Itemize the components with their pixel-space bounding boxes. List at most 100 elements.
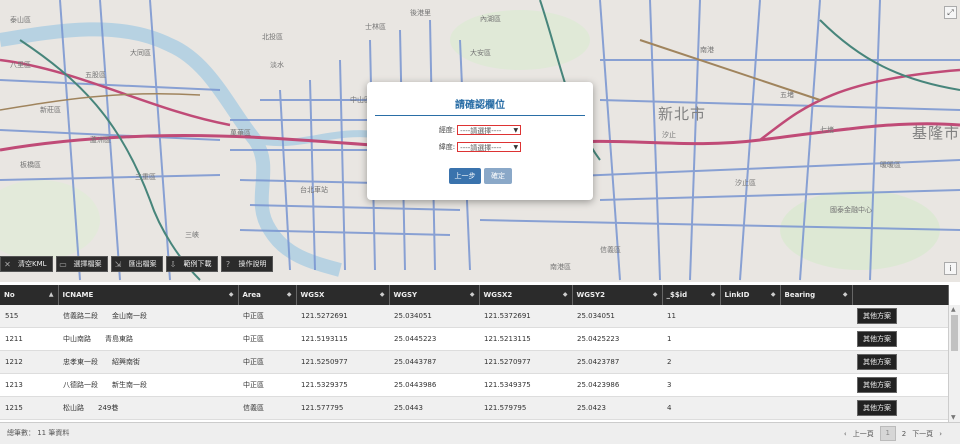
help-icon: ? (225, 259, 231, 269)
longitude-select-value: ----請選擇---- (460, 127, 502, 135)
table-cell: 松山路 249巷 (58, 396, 238, 420)
other-options-button[interactable]: 其他方案 (857, 354, 897, 370)
page-2-button[interactable]: 2 (902, 430, 906, 438)
next-page-link[interactable]: 下一頁 (912, 429, 933, 439)
sample-download-label: 範例下載 (183, 260, 212, 268)
table-cell: 2 (662, 350, 720, 374)
table-row[interactable]: 1215 松山路 249巷 信義區 121.577795 25.0443 121.5797… (0, 396, 948, 420)
chevron-down-icon: ▼ (513, 144, 519, 151)
column-header[interactable]: WGSX2 ◆ (479, 285, 573, 305)
column-header-actions (852, 285, 949, 305)
instructions-label: 操作說明 (238, 260, 267, 268)
chevron-left-icon[interactable]: ‹ (844, 430, 847, 438)
table-cell: 121.579795 (479, 396, 572, 420)
latitude-select-value: ----請選擇---- (460, 144, 502, 152)
column-header[interactable]: Area ◆ (238, 285, 297, 305)
table-cell: 八德路一段 新生南一段 (58, 373, 238, 397)
table-cell (780, 305, 852, 328)
table-cell: 121.5272691 (296, 305, 389, 328)
table-cell: 3 (662, 373, 720, 397)
dialog-divider (375, 115, 585, 116)
table-body: 515 信義路二段 金山南一段 中正區 121.5272691 25.034051 121… (0, 305, 948, 420)
table-cell: 其他方案 (852, 350, 948, 374)
other-options-button[interactable]: 其他方案 (857, 400, 897, 416)
column-header[interactable]: WGSX ◆ (296, 285, 390, 305)
sort-asc-icon: ▲ (48, 291, 54, 298)
table-cell: 25.0443787 (389, 350, 479, 374)
table-cell: 1215 (0, 396, 58, 420)
column-header[interactable]: LinkID ◆ (720, 285, 781, 305)
table-cell: 中正區 (238, 373, 296, 397)
chevron-right-icon[interactable]: › (939, 430, 942, 438)
table-cell: 25.0423 (572, 396, 662, 420)
sort-icon: ◆ (652, 291, 658, 298)
sort-icon: ◆ (842, 291, 848, 298)
table-cell: 121.5329375 (296, 373, 389, 397)
previous-step-button[interactable]: 上一步 (449, 168, 481, 184)
column-header[interactable]: No ▲ (0, 285, 59, 305)
table-row[interactable]: 1212 忠孝東一段 紹興南街 中正區 121.5250977 25.0443787 12… (0, 350, 948, 374)
table-row[interactable]: 1213 八德路一段 新生南一段 中正區 121.5329375 25.0443986 1… (0, 373, 948, 397)
table-cell: 25.034051 (389, 305, 479, 328)
download-icon: ⇩ (169, 259, 177, 269)
table-cell: 忠孝東一段 紹興南街 (58, 350, 238, 374)
table-scrollbar[interactable]: ▲ ▼ (948, 305, 960, 422)
table-cell: 121.5270977 (479, 350, 572, 374)
page-1-button[interactable]: 1 (879, 426, 896, 441)
other-options-button[interactable]: 其他方案 (857, 308, 897, 324)
table-cell: 515 (0, 305, 58, 328)
export-file-button[interactable]: ⇲ 匯出檔案 (110, 256, 163, 272)
data-table: No ▲ ICNAME ◆ Area ◆ WGSX ◆ WGSY ◆ WGSX2 ◆ WGS… (0, 285, 960, 422)
table-cell: 121.5372691 (479, 305, 572, 328)
table-cell: 121.577795 (296, 396, 389, 420)
table-cell: 121.5349375 (479, 373, 572, 397)
table-cell (780, 396, 852, 420)
close-icon: ✕ (4, 259, 11, 269)
sort-icon: ◆ (562, 291, 568, 298)
sort-icon: ◆ (469, 291, 475, 298)
table-footer: 總筆數： 11 筆資料 ‹ 上一頁 1 2 下一頁 › (0, 422, 960, 444)
other-options-button[interactable]: 其他方案 (857, 331, 897, 347)
table-row[interactable]: 1211 中山南路 青島東路 中正區 121.5193115 25.0445223 121… (0, 327, 948, 351)
chevron-down-icon: ▼ (513, 127, 519, 134)
scroll-down-icon[interactable]: ▼ (951, 414, 956, 421)
longitude-select[interactable]: ----請選擇---- ▼ (457, 125, 522, 135)
column-header[interactable]: Bearing ◆ (780, 285, 853, 305)
export-icon: ⇲ (114, 259, 122, 269)
prev-page-link[interactable]: 上一頁 (853, 429, 874, 439)
pagination: ‹ 上一頁 1 2 下一頁 › (844, 426, 942, 441)
map-toolbar: ✕ 清空KML ▭ 選擇檔案 ⇲ 匯出檔案 ⇩ 範例下載 ? 操作說明 (0, 256, 273, 272)
table-cell: 1213 (0, 373, 58, 397)
column-header-label: ICNAME (62, 291, 94, 299)
column-header[interactable]: ICNAME ◆ (58, 285, 239, 305)
scroll-up-icon[interactable]: ▲ (951, 306, 956, 313)
confirm-button[interactable]: 確定 (484, 168, 512, 184)
choose-file-label: 選擇檔案 (73, 260, 102, 268)
instructions-button[interactable]: ? 操作說明 (220, 256, 273, 272)
table-cell: 1212 (0, 350, 58, 374)
other-options-button[interactable]: 其他方案 (857, 377, 897, 393)
table-cell: 25.0423787 (572, 350, 662, 374)
export-file-label: 匯出檔案 (128, 260, 157, 268)
table-cell (720, 350, 780, 374)
table-cell (780, 350, 852, 374)
table-row[interactable]: 515 信義路二段 金山南一段 中正區 121.5272691 25.034051 121… (0, 305, 948, 328)
table-cell (720, 373, 780, 397)
table-cell: 4 (662, 396, 720, 420)
choose-file-button[interactable]: ▭ 選擇檔案 (55, 256, 108, 272)
table-cell: 其他方案 (852, 396, 948, 420)
column-header[interactable]: _$$id ◆ (662, 285, 721, 305)
table-cell: 其他方案 (852, 327, 948, 351)
dialog-title: 請確認欄位 (455, 100, 505, 111)
scrollbar-thumb[interactable] (951, 315, 958, 351)
column-header[interactable]: WGSY ◆ (389, 285, 480, 305)
sample-download-button[interactable]: ⇩ 範例下載 (165, 256, 218, 272)
column-header-label: WGSY2 (576, 291, 605, 299)
table-cell: 121.5193115 (296, 327, 389, 351)
clear-kml-button[interactable]: ✕ 清空KML (0, 256, 53, 272)
latitude-select[interactable]: ----請選擇---- ▼ (457, 142, 522, 152)
column-header[interactable]: WGSY2 ◆ (572, 285, 663, 305)
sort-icon: ◆ (286, 291, 292, 298)
table-cell: 25.0443 (389, 396, 479, 420)
column-header-label: Bearing (784, 291, 816, 299)
